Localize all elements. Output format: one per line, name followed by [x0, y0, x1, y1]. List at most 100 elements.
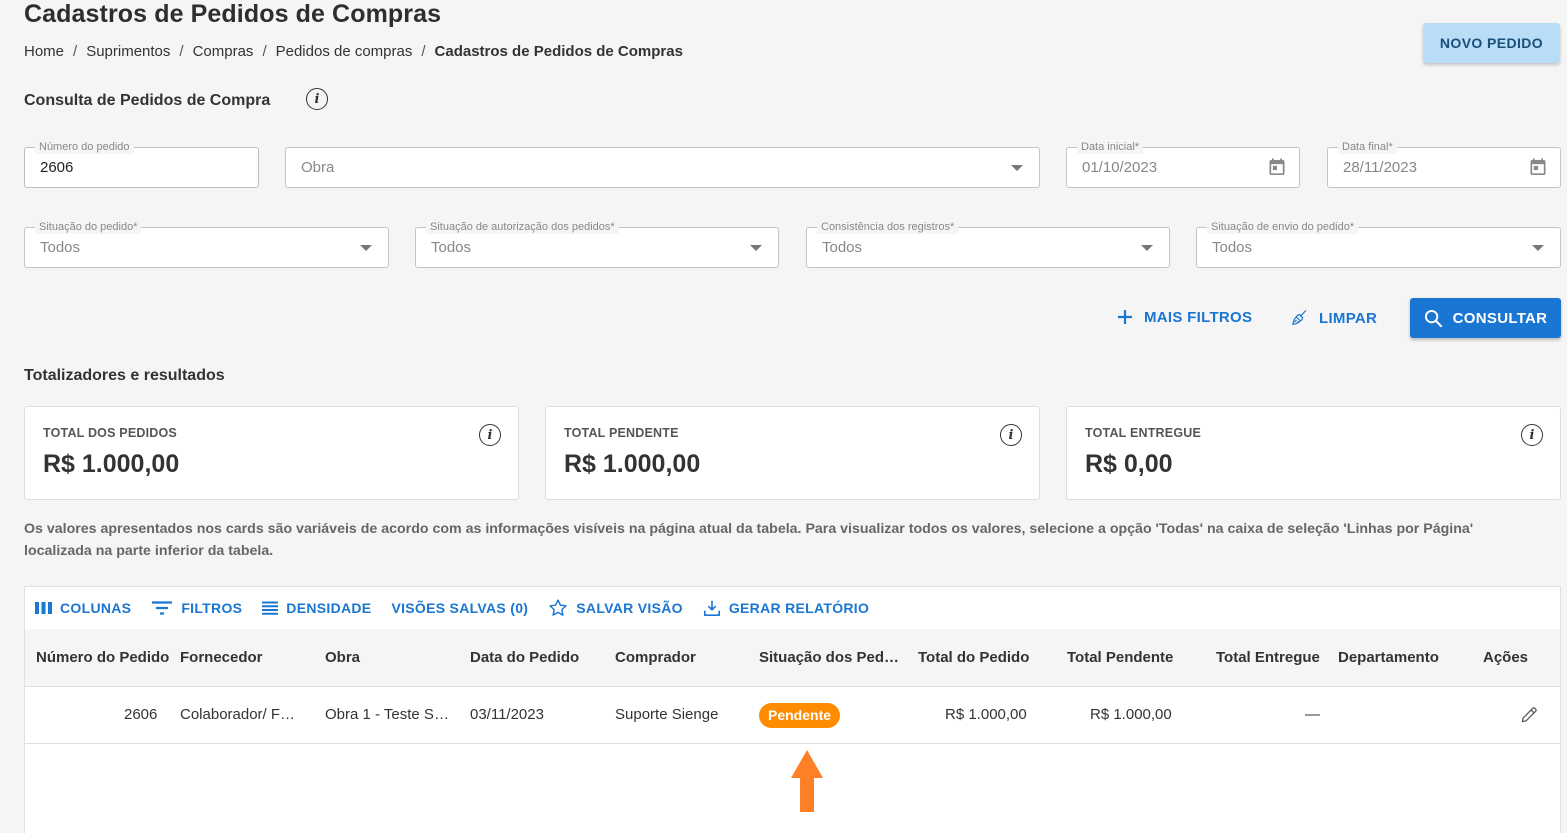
start-date-field[interactable]: Data inicial* 01/10/2023: [1066, 140, 1300, 188]
chevron-down-icon: [360, 245, 372, 251]
card-label: TOTAL PENDENTE: [564, 426, 679, 440]
breadcrumb-home[interactable]: Home: [24, 43, 64, 60]
column-header[interactable]: Fornecedor: [180, 649, 263, 666]
cell-pending: R$ 1.000,00: [1090, 706, 1172, 723]
total-orders-card: TOTAL DOS PEDIDOS R$ 1.000,00 i: [24, 406, 519, 500]
obra-placeholder: Obra: [301, 159, 335, 176]
order-status-select[interactable]: Situação do pedido* Todos: [24, 220, 389, 268]
card-value: R$ 1.000,00: [43, 450, 180, 478]
start-date-value: 01/10/2023: [1082, 159, 1158, 176]
order-number-field[interactable]: Número do pedido 2606: [24, 140, 259, 188]
filters-label: FILTROS: [181, 600, 243, 616]
obra-select[interactable]: Obra: [285, 147, 1040, 188]
new-order-button[interactable]: NOVO PEDIDO: [1423, 23, 1560, 63]
download-icon: [703, 600, 720, 617]
page-title: Cadastros de Pedidos de Compras: [24, 0, 442, 28]
cell-buyer: Suporte Sienge: [615, 706, 719, 723]
density-button[interactable]: DENSIDADE: [262, 600, 371, 616]
calendar-icon[interactable]: [1528, 157, 1548, 178]
table-toolbar: COLUNAS FILTROS DENSIDADE VISÕES SALVAS …: [25, 587, 1560, 629]
cell-supplier: Colaborador/ F…: [180, 706, 296, 723]
order-number-label: Número do pedido: [35, 140, 134, 154]
auth-status-value: Todos: [431, 239, 472, 256]
search-button-label: CONSULTAR: [1452, 309, 1548, 327]
calendar-icon[interactable]: [1267, 157, 1287, 178]
cell-delivered: —: [1305, 706, 1320, 723]
column-header[interactable]: Departamento: [1338, 649, 1439, 666]
star-icon: [549, 599, 567, 616]
search-section-title: Consulta de Pedidos de Compra: [24, 92, 271, 109]
breadcrumb-separator: /: [262, 43, 267, 60]
auth-status-select[interactable]: Situação de autorização dos pedidos* Tod…: [415, 220, 779, 268]
info-icon[interactable]: i: [1000, 424, 1022, 446]
consistency-select[interactable]: Consistência dos registros* Todos: [806, 220, 1170, 268]
card-label: TOTAL DOS PEDIDOS: [43, 426, 177, 440]
search-button[interactable]: CONSULTAR: [1410, 298, 1561, 338]
consistency-value: Todos: [822, 239, 863, 256]
column-header[interactable]: Ações: [1483, 649, 1528, 666]
more-filters-label: MAIS FILTROS: [1144, 308, 1253, 326]
more-filters-button[interactable]: MAIS FILTROS: [1116, 308, 1252, 326]
breadcrumb-compras[interactable]: Compras: [193, 43, 254, 60]
info-icon[interactable]: i: [479, 424, 501, 446]
end-date-field[interactable]: Data final* 28/11/2023: [1327, 140, 1561, 188]
edit-icon[interactable]: [1519, 704, 1539, 726]
chevron-down-icon: [750, 245, 762, 251]
card-value: R$ 0,00: [1085, 450, 1173, 478]
filters-button[interactable]: FILTROS: [151, 600, 242, 616]
order-number-value: 2606: [40, 159, 74, 176]
clear-button[interactable]: LIMPAR: [1291, 308, 1377, 328]
filter-icon: [152, 601, 173, 615]
arrow-up-icon: [791, 750, 823, 812]
column-header[interactable]: Número do Pedido: [36, 649, 169, 666]
save-view-label: SALVAR VISÃO: [576, 600, 683, 616]
density-label: DENSIDADE: [286, 600, 372, 616]
chevron-down-icon: [1011, 165, 1023, 171]
column-header[interactable]: Total Entregue: [1216, 649, 1320, 666]
order-status-label: Situação do pedido*: [35, 220, 142, 234]
status-badge: Pendente: [759, 703, 841, 728]
breadcrumb-separator: /: [421, 43, 426, 60]
report-button[interactable]: GERAR RELATÓRIO: [703, 599, 869, 617]
density-icon: [262, 601, 279, 615]
column-header[interactable]: Total Pendente: [1067, 649, 1173, 666]
chevron-down-icon: [1532, 245, 1544, 251]
column-header[interactable]: Obra: [325, 649, 360, 666]
columns-button[interactable]: COLUNAS: [35, 600, 131, 616]
info-icon[interactable]: i: [306, 88, 328, 110]
search-icon: [1424, 309, 1442, 327]
columns-icon: [35, 602, 52, 614]
card-label: TOTAL ENTREGUE: [1085, 426, 1202, 440]
cell-number: 2606: [124, 706, 158, 723]
send-status-label: Situação de envio do pedido*: [1207, 220, 1359, 234]
send-status-select[interactable]: Situação de envio do pedido* Todos: [1196, 220, 1561, 268]
breadcrumb-separator: /: [73, 43, 78, 60]
table-row[interactable]: 2606 Colaborador/ F… Obra 1 - Teste S… 0…: [25, 687, 1560, 744]
chevron-down-icon: [1141, 245, 1153, 251]
breadcrumb-suprimentos[interactable]: Suprimentos: [86, 43, 170, 60]
total-delivered-card: TOTAL ENTREGUE R$ 0,00 i: [1066, 406, 1561, 500]
column-header[interactable]: Data do Pedido: [470, 649, 579, 666]
end-date-label: Data final*: [1338, 140, 1397, 154]
card-value: R$ 1.000,00: [564, 450, 701, 478]
columns-label: COLUNAS: [60, 600, 132, 616]
column-header[interactable]: Comprador: [615, 649, 696, 666]
column-header[interactable]: Situação dos Ped…: [759, 649, 899, 666]
breadcrumb: Home / Suprimentos / Compras / Pedidos d…: [24, 43, 683, 60]
info-icon[interactable]: i: [1521, 424, 1543, 446]
save-view-button[interactable]: SALVAR VISÃO: [548, 598, 683, 618]
table-header: Número do Pedido Fornecedor Obra Data do…: [25, 629, 1560, 687]
saved-views-button[interactable]: VISÕES SALVAS (0): [391, 600, 528, 616]
breadcrumb-pedidos[interactable]: Pedidos de compras: [276, 43, 413, 60]
total-pending-card: TOTAL PENDENTE R$ 1.000,00 i: [545, 406, 1040, 500]
end-date-value: 28/11/2023: [1343, 159, 1417, 176]
report-label: GERAR RELATÓRIO: [728, 600, 870, 616]
clear-label: LIMPAR: [1319, 309, 1378, 327]
start-date-label: Data inicial*: [1077, 140, 1144, 154]
column-header[interactable]: Total do Pedido: [918, 649, 1029, 666]
cell-obra: Obra 1 - Teste S…: [325, 706, 449, 723]
breadcrumb-current: Cadastros de Pedidos de Compras: [434, 43, 683, 60]
saved-views-label: VISÕES SALVAS (0): [391, 600, 529, 616]
send-status-value: Todos: [1212, 239, 1253, 256]
broom-icon: [1292, 310, 1307, 325]
